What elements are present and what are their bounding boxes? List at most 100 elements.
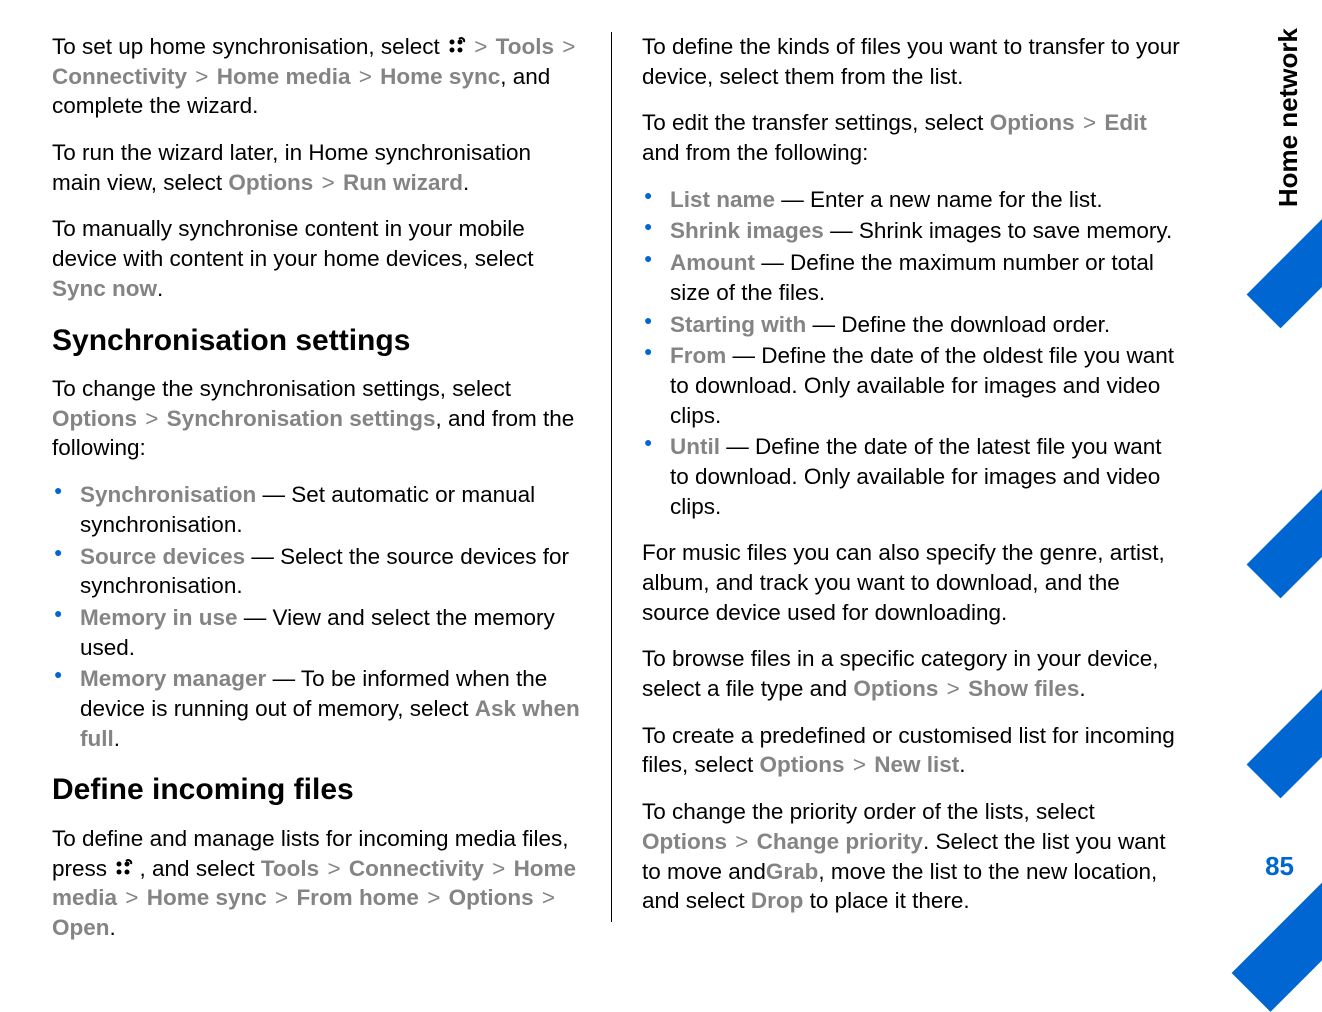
nav-options: Options bbox=[449, 885, 534, 910]
list-item: Amount — Define the maximum number or to… bbox=[642, 248, 1182, 307]
run-wizard-para: To run the wizard later, in Home synchro… bbox=[52, 138, 581, 197]
text: . bbox=[157, 276, 163, 301]
separator: > bbox=[357, 64, 380, 89]
transfer-settings-list: List name — Enter a new name for the lis… bbox=[642, 185, 1182, 522]
list-item: Starting with — Define the download orde… bbox=[642, 310, 1182, 340]
text: , and select bbox=[133, 856, 261, 881]
separator: > bbox=[851, 752, 874, 777]
list-item: Synchronisation — Set automatic or manua… bbox=[52, 480, 581, 539]
nav-drop: Drop bbox=[751, 888, 804, 913]
text: . bbox=[1079, 676, 1085, 701]
nav-sync-now: Sync now bbox=[52, 276, 157, 301]
separator: > bbox=[540, 885, 557, 910]
separator: > bbox=[320, 170, 343, 195]
nav-options: Options bbox=[52, 406, 137, 431]
term: From bbox=[670, 343, 726, 368]
list-item: Until — Define the date of the latest fi… bbox=[642, 432, 1182, 521]
nav-from-home: From home bbox=[296, 885, 419, 910]
nav-home-sync: Home sync bbox=[147, 885, 267, 910]
heading-sync-settings: Synchronisation settings bbox=[52, 321, 581, 361]
nav-new-list: New list bbox=[874, 752, 959, 777]
desc: — Shrink images to save memory. bbox=[824, 218, 1172, 243]
define-incoming-para: To define and manage lists for incoming … bbox=[52, 824, 581, 943]
separator: > bbox=[1081, 110, 1104, 135]
separator: > bbox=[733, 829, 756, 854]
text: To change the priority order of the list… bbox=[642, 799, 1095, 824]
nav-tools: Tools bbox=[496, 34, 554, 59]
text: . bbox=[463, 170, 469, 195]
desc: — Define the date of the oldest file you… bbox=[670, 343, 1174, 427]
nav-home-media: Home media bbox=[217, 64, 351, 89]
nav-open: Open bbox=[52, 915, 110, 940]
text: . bbox=[110, 915, 116, 940]
nav-edit: Edit bbox=[1104, 110, 1147, 135]
page-number: 85 bbox=[1265, 851, 1294, 882]
text: . bbox=[959, 752, 965, 777]
nav-grab: Grab bbox=[766, 859, 819, 884]
new-list-para: To create a predefined or customised lis… bbox=[642, 721, 1182, 780]
nav-home-sync: Home sync bbox=[380, 64, 500, 89]
text: To set up home synchronisation, select bbox=[52, 34, 446, 59]
separator: > bbox=[123, 885, 146, 910]
right-column: To define the kinds of files you want to… bbox=[612, 32, 1182, 922]
nav-run-wizard: Run wizard bbox=[343, 170, 463, 195]
term: Starting with bbox=[670, 312, 806, 337]
term: Shrink images bbox=[670, 218, 824, 243]
nav-connectivity: Connectivity bbox=[349, 856, 484, 881]
list-item: Memory manager — To be informed when the… bbox=[52, 664, 581, 753]
nav-options: Options bbox=[228, 170, 313, 195]
separator: > bbox=[193, 64, 216, 89]
page-sidebar: Home network bbox=[1232, 0, 1322, 954]
text: to place it there. bbox=[803, 888, 969, 913]
heading-define-incoming: Define incoming files bbox=[52, 770, 581, 810]
sync-settings-list: Synchronisation — Set automatic or manua… bbox=[52, 480, 581, 753]
desc: . bbox=[114, 726, 120, 751]
nav-connectivity: Connectivity bbox=[52, 64, 187, 89]
nav-options: Options bbox=[760, 752, 845, 777]
menu-key-icon bbox=[113, 858, 133, 878]
text: and from the following: bbox=[642, 140, 868, 165]
page-content: To set up home synchronisation, select >… bbox=[0, 0, 1322, 954]
separator: > bbox=[425, 885, 448, 910]
nav-show-files: Show files bbox=[968, 676, 1079, 701]
separator: > bbox=[273, 885, 296, 910]
term: Source devices bbox=[80, 544, 245, 569]
decorative-stripes bbox=[1232, 235, 1322, 954]
stripe-icon bbox=[1247, 480, 1322, 599]
change-sync-settings-para: To change the synchronisation settings, … bbox=[52, 374, 581, 463]
text: To edit the transfer settings, select bbox=[642, 110, 990, 135]
edit-transfer-para: To edit the transfer settings, select Op… bbox=[642, 108, 1182, 167]
desc: — Enter a new name for the list. bbox=[775, 187, 1103, 212]
term: Memory in use bbox=[80, 605, 238, 630]
separator: > bbox=[945, 676, 968, 701]
section-tab: Home network bbox=[1255, 0, 1322, 235]
nav-options: Options bbox=[642, 829, 727, 854]
define-kinds-para: To define the kinds of files you want to… bbox=[642, 32, 1182, 91]
list-item: List name — Enter a new name for the lis… bbox=[642, 185, 1182, 215]
change-priority-para: To change the priority order of the list… bbox=[642, 797, 1182, 916]
list-item: From — Define the date of the oldest fil… bbox=[642, 341, 1182, 430]
nav-options: Options bbox=[990, 110, 1075, 135]
nav-sync-settings: Synchronisation settings bbox=[167, 406, 436, 431]
desc: — Define the date of the latest file you… bbox=[670, 434, 1162, 518]
nav-tools: Tools bbox=[261, 856, 319, 881]
term: Memory manager bbox=[80, 666, 266, 691]
separator: > bbox=[560, 34, 577, 59]
text: To manually synchronise content in your … bbox=[52, 216, 534, 271]
nav-change-priority: Change priority bbox=[757, 829, 923, 854]
separator: > bbox=[143, 406, 166, 431]
list-item: Memory in use — View and select the memo… bbox=[52, 603, 581, 662]
sync-now-para: To manually synchronise content in your … bbox=[52, 214, 581, 303]
term: Amount bbox=[670, 250, 755, 275]
music-files-para: For music files you can also specify the… bbox=[642, 538, 1182, 627]
stripe-icon bbox=[1247, 680, 1322, 799]
left-column: To set up home synchronisation, select >… bbox=[52, 32, 612, 922]
separator: > bbox=[325, 856, 348, 881]
menu-key-icon bbox=[446, 36, 466, 56]
nav-options: Options bbox=[853, 676, 938, 701]
browse-files-para: To browse files in a specific category i… bbox=[642, 644, 1182, 703]
list-item: Source devices — Select the source devic… bbox=[52, 542, 581, 601]
term: Until bbox=[670, 434, 720, 459]
setup-home-sync-para: To set up home synchronisation, select >… bbox=[52, 32, 581, 121]
desc: — Define the download order. bbox=[806, 312, 1110, 337]
